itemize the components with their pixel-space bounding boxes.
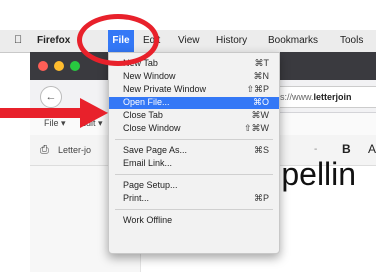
menu-history[interactable]: History bbox=[216, 35, 247, 46]
menu-tools[interactable]: Tools bbox=[340, 35, 363, 46]
menu-item-label: New Window bbox=[123, 71, 176, 81]
menu-separator bbox=[115, 139, 273, 140]
menu-item-open-file[interactable]: Open File... ⌘O bbox=[109, 97, 279, 109]
menu-view[interactable]: View bbox=[178, 35, 200, 46]
menu-item-label: Page Setup... bbox=[123, 180, 178, 190]
menu-item-close-tab[interactable]: Close Tab ⌘W bbox=[109, 110, 279, 122]
bold-button[interactable]: B bbox=[342, 142, 351, 156]
menu-item-label: Save Page As... bbox=[123, 145, 188, 155]
menu-item-shortcut: ⌘S bbox=[253, 145, 269, 155]
url-domain: letterjoin bbox=[313, 92, 352, 102]
menu-item-shortcut: ⌘N bbox=[253, 71, 270, 81]
menu-item-shortcut: ⇧⌘W bbox=[243, 123, 269, 133]
macos-menu-bar:  Firefox File Edit View History Bookmar… bbox=[0, 30, 376, 53]
menu-item-label: Close Tab bbox=[123, 110, 163, 120]
menu-item-shortcut: ⇧⌘P bbox=[246, 84, 269, 94]
menu-item-new-private-window[interactable]: New Private Window ⇧⌘P bbox=[109, 84, 279, 96]
file-dropdown-menu: New Tab ⌘T New Window ⌘N New Private Win… bbox=[108, 52, 280, 254]
menu-separator bbox=[115, 209, 273, 210]
menu-item-shortcut: ⌘O bbox=[252, 97, 269, 107]
font-button[interactable]: A bbox=[368, 142, 376, 156]
menu-item-email-link[interactable]: Email Link... bbox=[109, 158, 279, 170]
menu-item-label: Open File... bbox=[123, 97, 170, 107]
menu-item-work-offline[interactable]: Work Offline bbox=[109, 215, 279, 227]
menu-separator bbox=[115, 174, 273, 175]
menu-item-label: Print... bbox=[123, 193, 150, 203]
annotation-arrow-icon bbox=[0, 98, 108, 128]
url-bar[interactable]: ps://www.letterjoin bbox=[268, 86, 376, 108]
menu-item-shortcut: ⌘P bbox=[253, 193, 269, 203]
format-separator: - bbox=[314, 144, 318, 155]
menu-item-save-page-as[interactable]: Save Page As... ⌘S bbox=[109, 145, 279, 157]
minimize-window-icon[interactable] bbox=[54, 61, 64, 71]
close-window-icon[interactable] bbox=[38, 61, 48, 71]
menu-item-label: Work Offline bbox=[123, 215, 173, 225]
annotation-circle bbox=[77, 14, 159, 66]
menu-item-page-setup[interactable]: Page Setup... bbox=[109, 180, 279, 192]
menu-item-label: Email Link... bbox=[123, 158, 173, 168]
document-name[interactable]: Letter-jo bbox=[58, 145, 91, 155]
menu-item-close-window[interactable]: Close Window ⇧⌘W bbox=[109, 123, 279, 135]
menu-item-shortcut: ⌘T bbox=[254, 58, 270, 68]
print-icon[interactable]: ⎙ bbox=[40, 144, 49, 157]
menu-item-label: Close Window bbox=[123, 123, 181, 133]
menu-firefox[interactable]: Firefox bbox=[37, 35, 70, 46]
menu-item-new-window[interactable]: New Window ⌘N bbox=[109, 71, 279, 83]
menu-item-shortcut: ⌘W bbox=[251, 110, 270, 120]
menu-item-label: New Private Window bbox=[123, 84, 207, 94]
apple-menu-icon[interactable]:  bbox=[14, 34, 22, 46]
maximize-window-icon[interactable] bbox=[70, 61, 80, 71]
url-prefix: ps://www. bbox=[275, 92, 314, 102]
menu-bookmarks[interactable]: Bookmarks bbox=[268, 35, 318, 46]
menu-item-print[interactable]: Print... ⌘P bbox=[109, 193, 279, 205]
